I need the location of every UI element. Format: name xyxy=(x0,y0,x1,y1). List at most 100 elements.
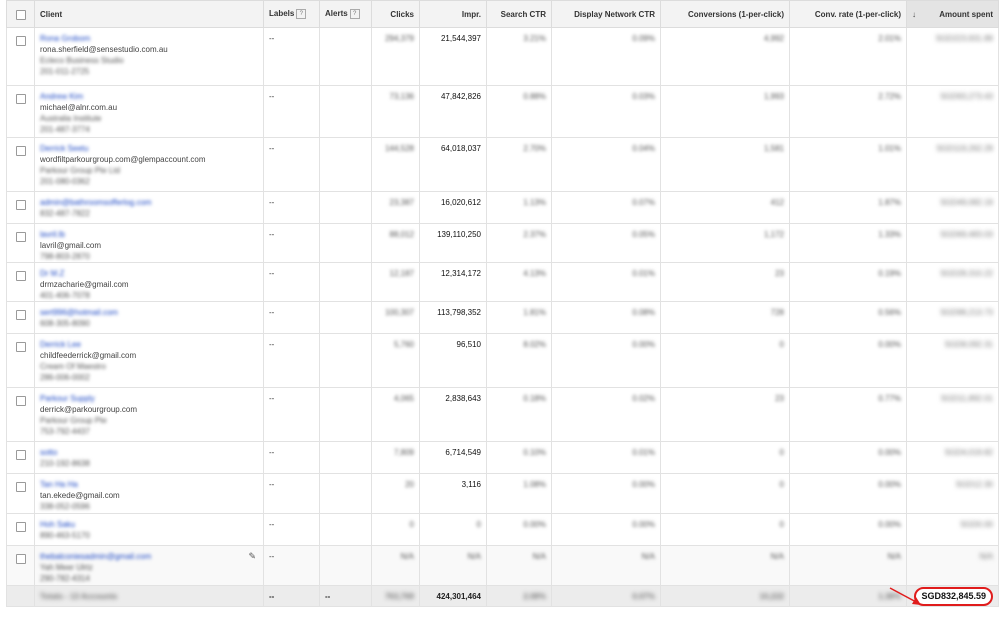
conv-rate-cell: 1.01% xyxy=(789,137,907,192)
impr-cell: 21,544,397 xyxy=(419,27,487,86)
table-row[interactable]: Dr M.Z drmzacharie@gmail.com 401-406-7078 -… xyxy=(6,262,999,302)
search-ctr-column-header[interactable]: Search CTR xyxy=(486,0,552,28)
select-all-checkbox[interactable] xyxy=(15,9,26,20)
conversions-cell: 0 xyxy=(660,513,790,546)
table-row[interactable]: sotto 210-192-8638 -- 7,809 6,714,549 0.10% 0.… xyxy=(6,441,999,474)
table-row[interactable]: lavril.lb lavril@gmail.com 798-803-2870 -- 8… xyxy=(6,223,999,263)
display-ctr-cell: 0.04% xyxy=(551,137,661,192)
conversions-cell: 1,581 xyxy=(660,137,790,192)
table-row[interactable]: Andrew Kim michael@alnr.com.au Australia I… xyxy=(6,85,999,138)
display-ctr-column-header[interactable]: Display Network CTR xyxy=(551,0,661,28)
table-row[interactable]: ✎ thebalconiesadmin@gmail.com Yah Meer Ulr… xyxy=(6,545,999,586)
table-row[interactable]: Tan Ha Ha tan.ekede@gmail.com 338-052-0596… xyxy=(6,473,999,514)
conversions-column-header[interactable]: Conversions (1-per-click) xyxy=(660,0,790,28)
client-name-link[interactable]: thebalconiesadmin@gmail.com xyxy=(40,551,258,562)
row-select xyxy=(6,85,35,138)
impr-cell: 47,842,826 xyxy=(419,85,487,138)
client-name-link[interactable]: Derrick Lee xyxy=(40,339,258,350)
display-ctr-cell: 0.09% xyxy=(551,27,661,86)
amount-spent-column-header[interactable]: ↓ Amount spent xyxy=(906,0,999,28)
alerts-column-header[interactable]: Alerts? xyxy=(319,0,372,28)
totals-search-ctr: 2.08% xyxy=(486,585,552,607)
table-row[interactable]: Parkour Supply derrick@parkourgroup.com Pa… xyxy=(6,387,999,442)
clicks-cell: 88,012 xyxy=(371,223,420,263)
impr-column-header[interactable]: Impr. xyxy=(419,0,487,28)
conv-rate-cell: N/A xyxy=(789,545,907,586)
help-icon[interactable]: ? xyxy=(349,9,360,19)
client-name-link[interactable]: Hoh Saku xyxy=(40,519,258,530)
client-name-link[interactable]: lavril.lb xyxy=(40,229,258,240)
client-phone: 201-011-2725 xyxy=(40,67,90,76)
row-checkbox[interactable] xyxy=(15,554,26,564)
client-phone: 798-803-2870 xyxy=(40,252,90,261)
client-name-link[interactable]: sotto xyxy=(40,447,258,458)
row-checkbox[interactable] xyxy=(15,94,26,104)
labels-column-header[interactable]: Labels? xyxy=(263,0,320,28)
conv-rate-column-header[interactable]: Conv. rate (1-per-click) xyxy=(789,0,907,28)
amount-spent-cell: N/A xyxy=(906,545,999,586)
client-name-link[interactable]: Dr M.Z xyxy=(40,268,258,279)
client-name-link[interactable]: Derrick Seetu xyxy=(40,143,258,154)
labels-cell: -- xyxy=(263,301,320,334)
row-checkbox[interactable] xyxy=(15,200,26,210)
table-row[interactable]: Rona Grobom rona.sherfield@sensestudio.co… xyxy=(6,27,999,86)
display-ctr-cell: 0.03% xyxy=(551,85,661,138)
table-row[interactable]: Derrick Lee childfeederrick@gmail.com Crea… xyxy=(6,333,999,388)
row-select xyxy=(6,545,35,586)
impr-cell: 96,510 xyxy=(419,333,487,388)
client-cell: Hoh Saku 890-463-5170 xyxy=(34,513,264,546)
client-phone: 890-463-5170 xyxy=(40,531,90,540)
client-cell: Tan Ha Ha tan.ekede@gmail.com 338-052-0596 xyxy=(34,473,264,514)
client-cell: Parkour Supply derrick@parkourgroup.com Pa… xyxy=(34,387,264,442)
totals-impr: 424,301,464 xyxy=(419,585,487,607)
client-name-link[interactable]: Parkour Supply xyxy=(40,393,258,404)
table-row[interactable]: Derrick Seetu wordfiltparkourgroup.com@gl… xyxy=(6,137,999,192)
search-ctr-cell: 8.02% xyxy=(486,333,552,388)
client-email: childfeederrick@gmail.com xyxy=(40,351,137,360)
client-cell: Rona Grobom rona.sherfield@sensestudio.co… xyxy=(34,27,264,86)
impr-cell: 139,110,250 xyxy=(419,223,487,263)
table-row[interactable]: Hoh Saku 890-463-5170 -- 0 0 0.00% 0.00% 0 0.00%… xyxy=(6,513,999,546)
client-name-link[interactable]: Tan Ha Ha xyxy=(40,479,258,490)
client-email: rona.sherfield@sensestudio.com.au xyxy=(40,45,168,54)
amount-spent-cell: SGD119,262.29 xyxy=(906,137,999,192)
labels-cell: -- xyxy=(263,473,320,514)
client-name-link[interactable]: sert996@hotmail.com xyxy=(40,307,258,318)
row-checkbox[interactable] xyxy=(15,146,26,156)
row-checkbox[interactable] xyxy=(15,310,26,320)
impr-cell: 6,714,549 xyxy=(419,441,487,474)
row-checkbox[interactable] xyxy=(15,232,26,242)
client-phone: 201-487-3774 xyxy=(40,125,90,134)
clicks-cell: 4,065 xyxy=(371,387,420,442)
client-email: wordfiltparkourgroup.com@glempaccount.co… xyxy=(40,155,206,164)
alerts-cell xyxy=(319,85,372,138)
row-select xyxy=(6,223,35,263)
row-checkbox[interactable] xyxy=(15,342,26,352)
impr-cell: 113,798,352 xyxy=(419,301,487,334)
table-row[interactable]: sert996@hotmail.com 608-305-8090 -- 100,307… xyxy=(6,301,999,334)
conversions-cell: 412 xyxy=(660,191,790,224)
row-checkbox[interactable] xyxy=(15,482,26,492)
row-checkbox[interactable] xyxy=(15,522,26,532)
client-name-link[interactable]: Andrew Kim xyxy=(40,91,258,102)
table-row[interactable]: admin@bathroomsofferlog.com 832-487-7822-… xyxy=(6,191,999,224)
amount-spent-cell: SGD69,483.03 xyxy=(906,223,999,263)
totals-alerts: -- xyxy=(319,585,372,607)
row-checkbox[interactable] xyxy=(15,36,26,46)
alerts-cell xyxy=(319,545,372,586)
search-ctr-cell: N/A xyxy=(486,545,552,586)
impr-cell: 16,020,612 xyxy=(419,191,487,224)
row-checkbox[interactable] xyxy=(15,450,26,460)
client-company: Yah Meer Ulrtz xyxy=(40,563,93,572)
client-column-header[interactable]: Client xyxy=(34,0,264,28)
help-icon[interactable]: ? xyxy=(296,9,307,19)
clicks-cell: 73,136 xyxy=(371,85,420,138)
clicks-column-header[interactable]: Clicks xyxy=(371,0,420,28)
row-checkbox[interactable] xyxy=(15,396,26,406)
display-ctr-cell: 0.00% xyxy=(551,333,661,388)
display-ctr-cell: 0.05% xyxy=(551,223,661,263)
client-name-link[interactable]: admin@bathroomsofferlog.com xyxy=(40,197,258,208)
client-name-link[interactable]: Rona Grobom xyxy=(40,33,258,44)
client-company: Parkour Group Pte xyxy=(40,416,107,425)
row-checkbox[interactable] xyxy=(15,271,26,281)
